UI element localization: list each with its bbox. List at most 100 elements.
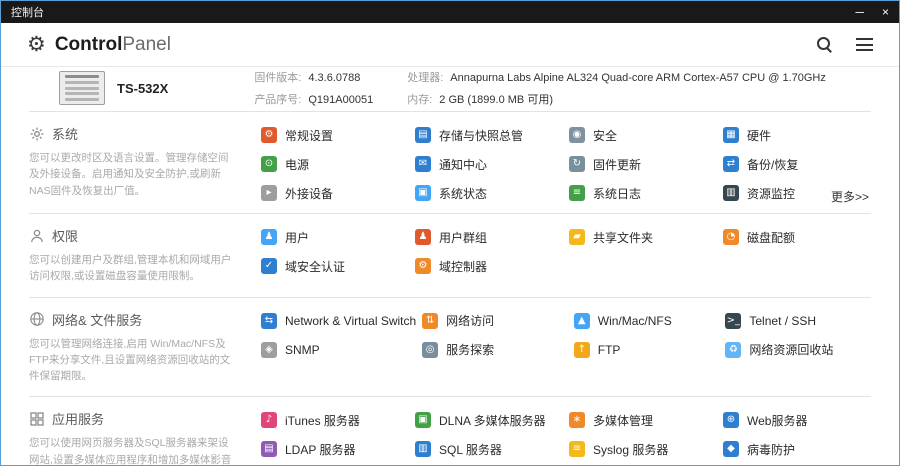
item-label: 安全 [593, 127, 617, 144]
itunes-server-icon: ♪ [261, 412, 277, 428]
item-domain-security[interactable]: ✓域安全认证 [261, 258, 409, 274]
serial-number-value: Q191A00051 [308, 94, 373, 106]
section-system: 系统 您可以更改时区及语言设置。管理存储空间及外接设备。启用通知及安全防护,或刷… [29, 111, 871, 213]
item-label: 用户群组 [439, 229, 487, 246]
network-recycle-bin-icon: ♻ [725, 342, 741, 358]
menu-icon[interactable] [856, 38, 873, 51]
header-actions [817, 37, 873, 52]
item-external-device[interactable]: ▸外接设备 [261, 185, 409, 201]
device-info-bar: TS-532X 固件版本:4.3.6.0788 产品序号:Q191A00051 … [1, 67, 899, 111]
item-user-groups[interactable]: ♟用户群组 [415, 229, 563, 245]
domain-security-icon: ✓ [261, 258, 277, 274]
item-sql-server[interactable]: ▥SQL 服务器 [415, 441, 563, 457]
item-label: Telnet / SSH [749, 314, 816, 328]
section-left: 网络& 文件服务 您可以管理网络连接,启用 Win/Mac/NFS及FTP来分享… [29, 308, 261, 385]
item-firmware-update[interactable]: ↻固件更新 [569, 156, 717, 172]
dlna-server-icon: ▣ [415, 412, 431, 428]
memory-row: 内存:2 GB (1899.0 MB 可用) [407, 91, 826, 107]
item-backup-restore[interactable]: ⇄ 备份/恢复 [723, 156, 871, 172]
item-general-settings[interactable]: ⚙常规设置 [261, 127, 409, 143]
close-icon[interactable]: × [882, 1, 889, 23]
item-label: 硬件 [747, 127, 771, 144]
item-hardware[interactable]: ▦硬件 [723, 127, 871, 143]
item-label: Syslog 服务器 [593, 441, 668, 458]
item-network-access[interactable]: ⇅网络访问 [422, 313, 568, 329]
item-label: Win/Mac/NFS [598, 314, 672, 328]
item-label: 网络访问 [446, 312, 494, 329]
item-telnet-ssh[interactable]: >_ Telnet / SSH [725, 313, 871, 329]
item-dlna-server[interactable]: ▣DLNA 多媒体服务器 [415, 412, 563, 428]
item-ftp[interactable]: ↑ FTP [574, 342, 720, 358]
syslog-server-icon: ≡ [569, 441, 585, 457]
telnet-ssh-icon: >_ [725, 313, 741, 329]
processor-row: 处理器:Annapurna Labs Alpine AL324 Quad-cor… [407, 69, 826, 85]
item-label: 电源 [285, 156, 309, 173]
item-power[interactable]: ⊙ 电源 [261, 156, 409, 172]
item-itunes-server[interactable]: ♪ iTunes 服务器 [261, 412, 409, 428]
item-antivirus[interactable]: ◆病毒防护 [723, 441, 871, 457]
item-system-status[interactable]: ▣ 系统状态 [415, 185, 563, 201]
item-shared-folders[interactable]: ▰共享文件夹 [569, 229, 717, 245]
item-win-mac-nfs[interactable]: ▲ Win/Mac/NFS [574, 313, 720, 329]
firmware-update-icon: ↻ [569, 156, 585, 172]
item-notification-center[interactable]: ✉ 通知中心 [415, 156, 563, 172]
ftp-icon: ↑ [574, 342, 590, 358]
more-link[interactable]: 更多>> [831, 188, 869, 205]
app-title: ControlPanel [55, 34, 171, 56]
item-security[interactable]: ◉安全 [569, 127, 717, 143]
minimize-icon[interactable]: ─ [855, 1, 864, 23]
users-icon: ♟ [261, 229, 277, 245]
memory-value: 2 GB (1899.0 MB 可用) [439, 94, 553, 106]
app-title-light: Panel [122, 34, 171, 55]
external-device-icon: ▸ [261, 185, 277, 201]
item-multimedia-management[interactable]: ∗多媒体管理 [569, 412, 717, 428]
item-label: 通知中心 [439, 156, 487, 173]
item-ldap-server[interactable]: ▤ LDAP 服务器 [261, 441, 409, 457]
ldap-server-icon: ▤ [261, 441, 277, 457]
system-logs-icon: ≡ [569, 185, 585, 201]
resource-monitor-icon: ▥ [723, 185, 739, 201]
multimedia-management-icon: ∗ [569, 412, 585, 428]
device-model: TS-532X [117, 81, 168, 96]
item-web-server[interactable]: ⊕Web服务器 [723, 412, 871, 428]
item-label: 系统状态 [439, 185, 487, 202]
system-status-icon: ▣ [415, 185, 431, 201]
section-title: 权限 [52, 226, 78, 245]
item-label: 存储与快照总管 [439, 127, 523, 144]
item-system-logs[interactable]: ≡ 系统日志 [569, 185, 717, 201]
quota-icon: ◔ [723, 229, 739, 245]
section-privilege: 权限 您可以创建用户及群组,管理本机和网域用户访问权限,或设置磁盘容量使用限制。… [29, 213, 871, 297]
notification-center-icon: ✉ [415, 156, 431, 172]
item-label: 磁盘配额 [747, 229, 795, 246]
firmware-version-label: 固件版本: [254, 72, 301, 84]
item-label: Web服务器 [747, 412, 807, 429]
firmware-version-value: 4.3.6.0788 [308, 72, 360, 84]
item-label: iTunes 服务器 [285, 412, 360, 429]
item-label: 常规设置 [285, 127, 333, 144]
search-icon[interactable] [817, 37, 832, 52]
item-storage-snapshots[interactable]: ▤存储与快照总管 [415, 127, 563, 143]
item-label: FTP [598, 343, 621, 357]
item-label: 系统日志 [593, 185, 641, 202]
item-network-recycle-bin[interactable]: ♻网络资源回收站 [725, 342, 871, 358]
section-network-file-services: 网络& 文件服务 您可以管理网络连接,启用 Win/Mac/NFS及FTP来分享… [29, 297, 871, 397]
win-mac-nfs-icon: ▲ [574, 313, 590, 329]
item-label: LDAP 服务器 [285, 441, 355, 458]
titlebar: 控制台 ─ × [1, 1, 899, 23]
section-title: 系统 [52, 124, 78, 143]
item-snmp[interactable]: ◈SNMP [261, 342, 416, 358]
section-items: ♟用户♟用户群组▰共享文件夹◔磁盘配额✓域安全认证⚙域控制器 [261, 224, 871, 285]
item-users[interactable]: ♟用户 [261, 229, 409, 245]
device-info-col-1: 固件版本:4.3.6.0788 产品序号:Q191A00051 [254, 69, 373, 107]
item-network-virtual-switch[interactable]: ⇆Network & Virtual Switch [261, 313, 416, 329]
item-syslog-server[interactable]: ≡ Syslog 服务器 [569, 441, 717, 457]
item-service-discovery[interactable]: ◎服务探索 [422, 342, 568, 358]
section-description: 您可以创建用户及群组,管理本机和网域用户访问权限,或设置磁盘容量使用限制。 [29, 252, 235, 285]
item-domain-controller[interactable]: ⚙域控制器 [415, 258, 563, 274]
backup-restore-icon: ⇄ [723, 156, 739, 172]
item-quota[interactable]: ◔ 磁盘配额 [723, 229, 871, 245]
item-label: 备份/恢复 [747, 156, 798, 173]
power-icon: ⊙ [261, 156, 277, 172]
section-applications: 应用服务 您可以使用网页服务器及SQL服务器来架设网站,设置多媒体应用程序和增加… [29, 396, 871, 465]
item-label: SQL 服务器 [439, 441, 502, 458]
